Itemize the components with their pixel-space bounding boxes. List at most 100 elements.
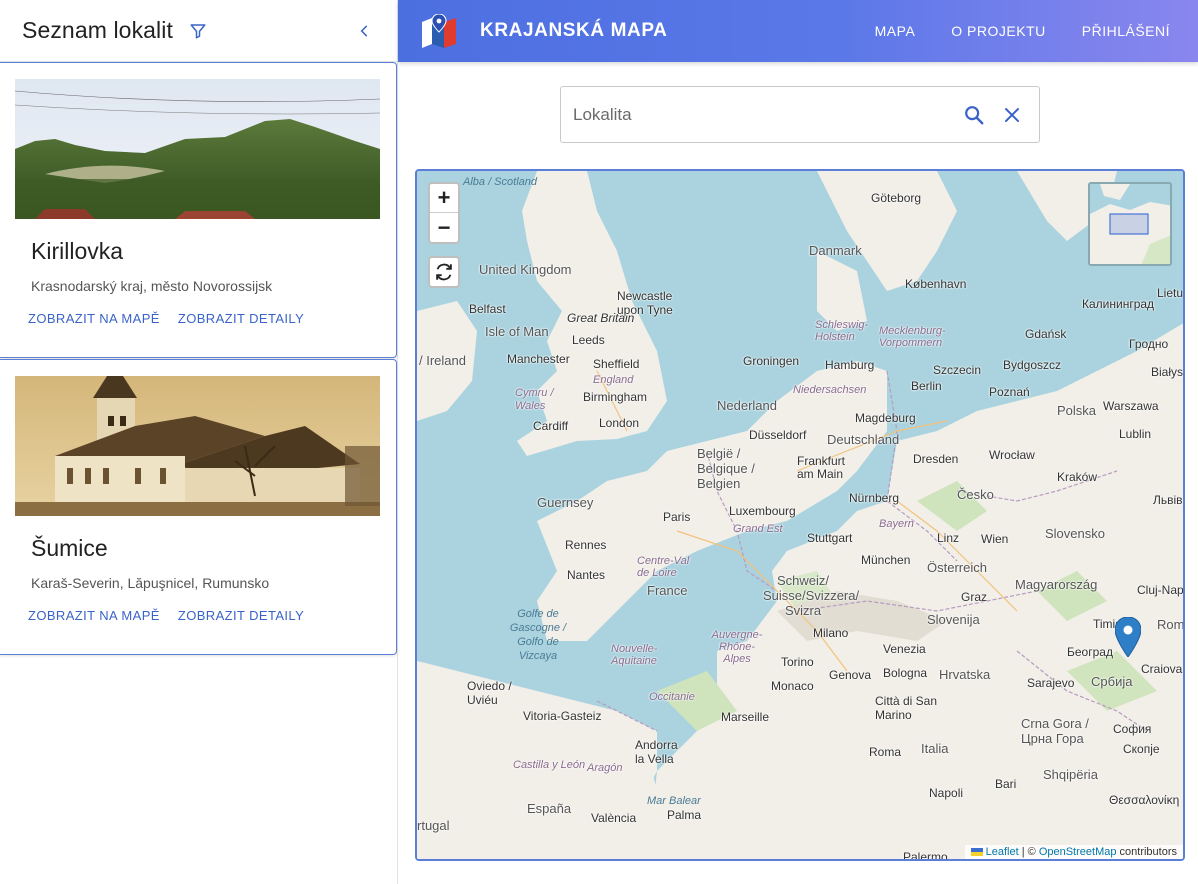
- map-label: Linz: [937, 531, 960, 545]
- map-label: Slovensko: [1045, 526, 1105, 541]
- map-label: Cluj-Napoc: [1137, 583, 1184, 597]
- map-label: England: [593, 374, 634, 386]
- map-label: València: [591, 811, 637, 825]
- zoom-in-button[interactable]: +: [430, 184, 458, 213]
- map-label: Hrvatska: [939, 667, 991, 682]
- location-marker-icon[interactable]: [1114, 616, 1142, 658]
- show-on-map-button[interactable]: ZOBRAZIT NA MAPĚ: [28, 311, 160, 326]
- map-label: Danmark: [809, 243, 862, 258]
- map-label: Hamburg: [825, 358, 875, 372]
- map-label: France: [647, 583, 688, 598]
- map-label: Golfe de Gascogne / Golfo de Vizcaya: [509, 608, 567, 662]
- map-label: Great Britain: [567, 311, 635, 325]
- map-label: Београд: [1067, 645, 1113, 659]
- map-label: Alba / Scotland: [463, 176, 537, 188]
- search-input[interactable]: [573, 104, 963, 125]
- sidebar-header: Seznam lokalit: [0, 0, 397, 62]
- location-photo: [15, 376, 380, 516]
- map-label: Paris: [663, 510, 691, 524]
- zoom-control: + −: [428, 182, 460, 244]
- map-label: Θεσσαλονίκη: [1109, 793, 1180, 807]
- map-label: Warszawa: [1103, 399, 1159, 413]
- map-label: Isle of Man: [485, 324, 549, 339]
- location-card: Kirillovka Krasnodarský kraj, město Novo…: [0, 62, 397, 358]
- map-label: Occitanie: [649, 691, 695, 703]
- map-label: München: [861, 553, 911, 567]
- nav-map[interactable]: MAPA: [875, 23, 916, 39]
- map-label: België / Belgique / Belgien: [697, 446, 755, 491]
- app-title[interactable]: KRAJANSKÁ MAPA: [480, 20, 668, 42]
- map-label: / Ireland: [419, 353, 466, 368]
- map-label: España: [527, 801, 572, 816]
- map-label: Magdeburg: [855, 411, 916, 425]
- map-label: Palermo: [903, 850, 948, 861]
- map-label: Bayern: [879, 518, 914, 530]
- zoom-out-button[interactable]: −: [430, 213, 458, 242]
- show-details-button[interactable]: ZOBRAZIT DETAILY: [178, 311, 304, 326]
- attribution-suffix: contributors: [1116, 846, 1177, 858]
- map-label: Poznań: [989, 385, 1030, 399]
- show-details-button[interactable]: ZOBRAZIT DETAILY: [178, 608, 304, 623]
- nav-about[interactable]: O PROJEKTU: [951, 23, 1045, 39]
- map-label: Monaco: [771, 679, 814, 693]
- leaflet-link[interactable]: Leaflet: [986, 846, 1019, 858]
- flag-icon: [970, 848, 983, 857]
- main-nav: MAPA O PROJEKTU PŘIHLÁŠENÍ: [875, 23, 1198, 39]
- map-label: Stuttgart: [807, 531, 853, 545]
- map-label: Italia: [921, 741, 949, 756]
- map-label: Manchester: [507, 352, 570, 366]
- map-label: Oviedo / Uviéu: [467, 679, 512, 707]
- chevron-left-icon[interactable]: [353, 20, 375, 42]
- map-label: Wrocław: [989, 448, 1035, 462]
- map-label: Dresden: [913, 452, 959, 466]
- filter-icon[interactable]: [189, 20, 211, 42]
- map-label: Napoli: [929, 786, 964, 800]
- map-label: Genova: [829, 668, 872, 682]
- map-label: Crna Gora / Црна Гора: [1021, 716, 1089, 746]
- map-label: Sarajevo: [1027, 676, 1075, 690]
- reset-view-button[interactable]: [428, 256, 460, 288]
- map[interactable]: Alba / Scotland Göteborg Danmark Københa…: [415, 169, 1185, 861]
- map-label: Гродно: [1129, 337, 1169, 351]
- map-label: Centre-Val de Loire: [637, 555, 690, 579]
- refresh-icon: [436, 263, 452, 281]
- map-label: Nantes: [567, 568, 606, 582]
- map-label: Bari: [995, 777, 1017, 791]
- nav-login[interactable]: PŘIHLÁŠENÍ: [1082, 23, 1170, 39]
- map-label: Frankfurt am Main: [797, 454, 846, 481]
- map-label: Düsseldorf: [749, 428, 807, 442]
- map-label: Szczecin: [933, 363, 982, 377]
- map-label: Białyst: [1151, 365, 1185, 379]
- map-label: Torino: [781, 655, 814, 669]
- location-photo: [15, 79, 380, 219]
- map-label: Rennes: [565, 538, 607, 552]
- card-actions: ZOBRAZIT NA MAPĚ ZOBRAZIT DETAILY: [28, 608, 304, 623]
- map-label: Milano: [813, 626, 849, 640]
- map-label: Schleswig-Holstein: [815, 319, 869, 343]
- minimap[interactable]: [1088, 182, 1172, 266]
- location-subtitle: Karaš-Severin, Lăpuşnicel, Rumunsko: [31, 575, 270, 591]
- close-icon[interactable]: [1003, 106, 1021, 124]
- map-label: Mar Balear: [647, 795, 701, 807]
- map-attribution: Leaflet | © OpenStreetMap contributors: [964, 845, 1183, 859]
- map-label: Kraków: [1057, 470, 1098, 484]
- search-icon[interactable]: [963, 104, 985, 126]
- osm-link[interactable]: OpenStreetMap: [1039, 846, 1117, 858]
- map-label: Venezia: [883, 642, 926, 656]
- map-label: United Kingdom: [479, 262, 572, 277]
- map-label: Deutschland: [827, 432, 900, 447]
- map-label: Schweiz/ Suisse/Svizzera/ Svizra: [763, 573, 860, 618]
- map-label: Graz: [961, 590, 988, 604]
- map-logo-icon[interactable]: [420, 13, 458, 48]
- map-label: Slovenija: [927, 612, 980, 627]
- map-label: Wien: [981, 532, 1009, 546]
- map-label: Berlin: [911, 379, 942, 393]
- show-on-map-button[interactable]: ZOBRAZIT NA MAPĚ: [28, 608, 160, 623]
- map-label: Palma: [667, 808, 702, 822]
- map-label: Leeds: [572, 333, 605, 347]
- map-label: rtugal: [417, 818, 450, 833]
- map-label: Città di San Marino: [875, 694, 938, 722]
- map-label: London: [599, 416, 640, 430]
- map-label: Göteborg: [871, 191, 922, 205]
- map-label: Luxembourg: [729, 504, 796, 518]
